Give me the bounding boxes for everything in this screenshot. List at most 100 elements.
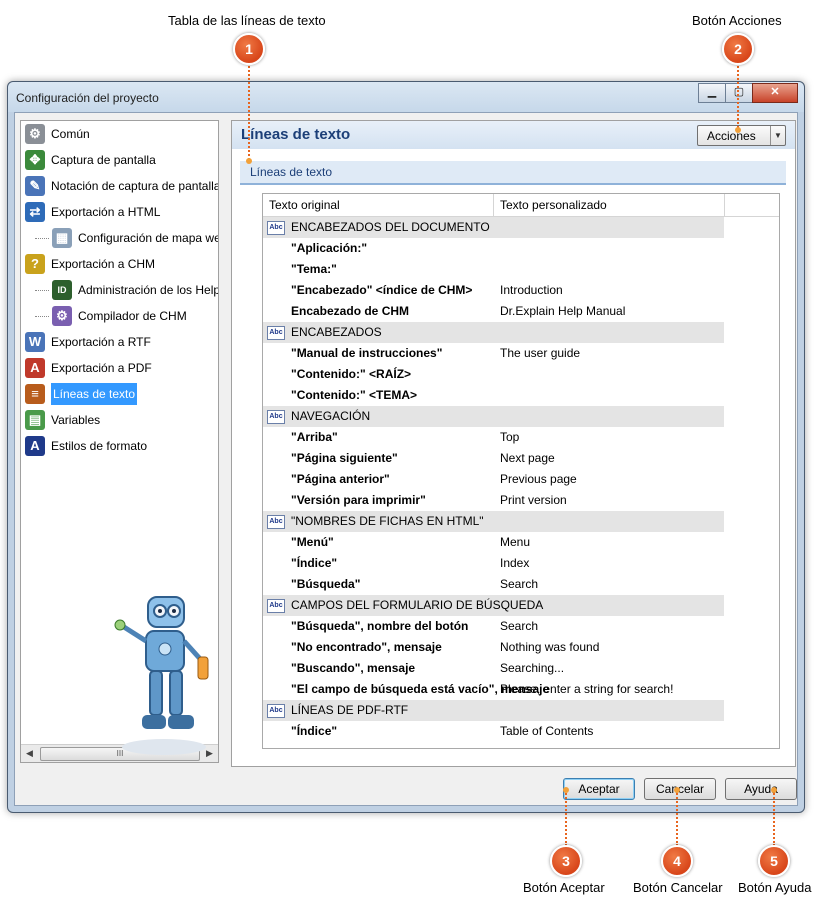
tree-item-label: Configuración de mapa web — [78, 231, 219, 245]
scroll-left-icon[interactable]: ◀ — [21, 745, 38, 762]
callout-line-4 — [676, 790, 678, 846]
table-row[interactable]: "Página siguiente" Next page — [263, 448, 779, 469]
table-row[interactable]: Encabezado de CHM Dr.Explain Help Manual — [263, 301, 779, 322]
table-group-row[interactable]: Abc NAVEGACIÓN — [263, 406, 724, 427]
table-row[interactable]: "Índice" Index — [263, 553, 779, 574]
table-row[interactable]: "Encabezado" <índice de CHM> Introduction — [263, 280, 779, 301]
table-row[interactable]: "Índice" Table of Contents — [263, 721, 779, 742]
custom-text-cell[interactable]: Introduction — [500, 280, 563, 301]
text-group-icon: Abc — [267, 221, 285, 235]
maximize-button[interactable]: ▢ — [725, 83, 753, 103]
original-text-cell: "Búsqueda", nombre del botón — [291, 619, 469, 633]
callout-label-4: Botón Cancelar — [633, 880, 723, 895]
sitemap-icon: ▦ — [52, 228, 72, 248]
text-lines-icon: ≡ — [25, 384, 45, 404]
chevron-down-icon[interactable]: ▼ — [770, 126, 785, 145]
tree-item-label: Exportación a HTML — [51, 205, 161, 219]
section-header: Líneas de texto — [240, 161, 786, 185]
cancel-button[interactable]: Cancelar — [644, 778, 716, 800]
text-lines-panel: Líneas de texto Acciones ▼ Líneas de tex… — [231, 120, 796, 767]
callout-dot-3 — [563, 787, 569, 793]
table-row[interactable]: "Menú" Menu — [263, 532, 779, 553]
original-text-cell: "Aplicación:" — [291, 241, 368, 255]
column-header-custom[interactable]: Texto personalizado — [494, 194, 725, 216]
callout-badge-2: 2 — [722, 33, 754, 65]
actions-dropdown-button[interactable]: Acciones ▼ — [697, 125, 786, 146]
table-group-row[interactable]: Abc ENCABEZADOS — [263, 322, 724, 343]
original-text-cell: "Índice" — [291, 556, 338, 570]
custom-text-cell[interactable]: Next page — [500, 448, 555, 469]
column-header-original[interactable]: Texto original — [263, 194, 494, 216]
callout-badge-1: 1 — [233, 33, 265, 65]
custom-text-cell[interactable]: Dr.Explain Help Manual — [500, 301, 625, 322]
panel-header: Líneas de texto Acciones ▼ — [232, 121, 795, 149]
custom-text-cell[interactable]: Search — [500, 574, 538, 595]
text-group-icon: Abc — [267, 704, 285, 718]
original-text-cell: "Página siguiente" — [291, 451, 398, 465]
tree-connector — [35, 316, 49, 317]
table-row[interactable]: "Contenido:" <TEMA> — [263, 385, 779, 406]
tree-item-label: Compilador de CHM — [78, 309, 187, 323]
table-row[interactable]: "Tema:" — [263, 259, 779, 280]
tree-item-label: Exportación a CHM — [51, 257, 156, 271]
callout-label-2: Botón Acciones — [692, 13, 782, 28]
group-label: NAVEGACIÓN — [291, 409, 371, 423]
project-settings-window: Configuración del proyecto ▁ ▢ ✕ A Estilo… — [7, 81, 805, 813]
custom-text-cell[interactable]: Menu — [500, 532, 530, 553]
accept-button[interactable]: Aceptar — [563, 778, 635, 800]
table-row[interactable]: "Búsqueda" Search — [263, 574, 779, 595]
custom-text-cell[interactable]: Search — [500, 616, 538, 637]
actions-label: Acciones — [707, 129, 756, 143]
table-row[interactable]: "Contenido:" <RAÍZ> — [263, 364, 779, 385]
settings-tree[interactable]: A Estilos de formato ▤ Variables ≡ Líneas de … — [20, 120, 219, 763]
help-button[interactable]: Ayuda — [725, 778, 797, 800]
group-label: ENCABEZADOS DEL DOCUMENTO — [291, 220, 490, 234]
custom-text-cell[interactable]: Searching... — [500, 658, 564, 679]
tree-item-label: Captura de pantalla — [51, 153, 156, 167]
panel-title: Líneas de texto — [241, 126, 351, 143]
table-group-row[interactable]: Abc CAMPOS DEL FORMULARIO DE BÚSQUEDA — [263, 595, 724, 616]
original-text-cell: "Arriba" — [291, 430, 338, 444]
tree-connector — [35, 238, 49, 239]
callout-dot-4 — [674, 787, 680, 793]
tree-item-label: Exportación a RTF — [51, 335, 151, 349]
robot-mascot-icon — [114, 596, 209, 755]
callout-dot-5 — [771, 787, 777, 793]
original-text-cell: "Manual de instrucciones" — [291, 346, 443, 360]
format-styles-icon: A — [25, 436, 45, 456]
table-row[interactable]: "Arriba" Top — [263, 427, 779, 448]
annotation-icon: ✎ — [25, 176, 45, 196]
custom-text-cell[interactable]: Previous page — [500, 469, 577, 490]
table-row[interactable]: "Página anterior" Previous page — [263, 469, 779, 490]
custom-text-cell[interactable]: Print version — [500, 490, 567, 511]
title-bar[interactable]: Configuración del proyecto ▁ ▢ ✕ — [8, 82, 804, 112]
table-row[interactable]: "El campo de búsqueda está vacío", mensa… — [263, 679, 779, 700]
custom-text-cell[interactable]: Nothing was found — [500, 637, 599, 658]
table-row[interactable]: "No encontrado", mensaje Nothing was foun… — [263, 637, 779, 658]
table-group-row[interactable]: Abc "NOMBRES DE FICHAS EN HTML" — [263, 511, 724, 532]
table-row[interactable]: "Buscando", mensaje Searching... — [263, 658, 779, 679]
table-row[interactable]: "Versión para imprimir" Print version — [263, 490, 779, 511]
close-button[interactable]: ✕ — [752, 83, 798, 103]
custom-text-cell[interactable]: Top — [500, 427, 519, 448]
table-group-row[interactable]: Abc LÍNEAS DE PDF-RTF — [263, 700, 724, 721]
custom-text-cell[interactable]: Table of Contents — [500, 721, 593, 742]
callout-label-3: Botón Aceptar — [523, 880, 605, 895]
custom-text-cell[interactable]: The user guide — [500, 343, 580, 364]
minimize-button[interactable]: ▁ — [698, 83, 726, 103]
table-group-row[interactable]: Abc ENCABEZADOS DEL DOCUMENTO — [263, 217, 724, 238]
table-row[interactable]: "Manual de instrucciones" The user guide — [263, 343, 779, 364]
custom-text-cell[interactable]: Please, enter a string for search! — [500, 679, 673, 700]
text-group-icon: Abc — [267, 515, 285, 529]
table-row[interactable]: "Aplicación:" — [263, 238, 779, 259]
custom-text-cell[interactable]: Index — [500, 553, 529, 574]
html-export-icon: ⇄ — [25, 202, 45, 222]
table-row[interactable]: "Búsqueda", nombre del botón Search — [263, 616, 779, 637]
window-title: Configuración del proyecto — [16, 91, 159, 105]
text-lines-table[interactable]: Texto original Texto personalizado Abc EN… — [262, 193, 780, 749]
tree-connector — [35, 290, 49, 291]
tree-item-label: Común — [51, 127, 90, 141]
variables-icon: ▤ — [25, 410, 45, 430]
callout-label-5: Botón Ayuda — [738, 880, 812, 895]
section-label: Líneas de texto — [250, 165, 333, 179]
